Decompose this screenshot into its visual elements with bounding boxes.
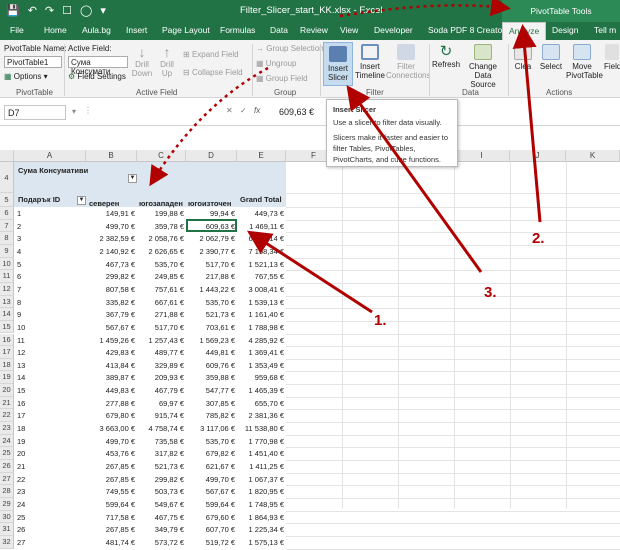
pivot-value-cell[interactable]: 267,85 € [86, 525, 137, 534]
annotation-label-2: 2. [532, 230, 545, 247]
pivot-value-cell[interactable]: 717,58 € [86, 513, 137, 522]
pivot-value-cell[interactable]: 349,79 € [137, 525, 186, 534]
pivot-row-label[interactable]: 26 [17, 525, 25, 534]
pivot-row-label[interactable]: 27 [17, 538, 25, 547]
annotation-arrow-3 [346, 85, 483, 273]
gridline [286, 535, 620, 537]
pivot-value-cell[interactable]: 679,60 € [186, 513, 237, 522]
pivot-value-cell[interactable]: 573,72 € [137, 538, 186, 547]
row-header[interactable]: 30 [0, 510, 14, 524]
row-header[interactable]: 31 [0, 523, 14, 536]
pivot-value-cell[interactable]: 481,74 € [86, 538, 137, 547]
pivot-row-label[interactable]: 25 [17, 513, 25, 522]
gridline [286, 510, 620, 512]
gridline [286, 548, 620, 550]
grand-total-cell[interactable]: 1 225,34 € [237, 525, 286, 534]
row-header[interactable]: 32 [0, 535, 14, 549]
annotation-label-3: 3. [484, 284, 497, 301]
pivot-value-cell[interactable]: 607,70 € [186, 525, 237, 534]
grand-total-cell[interactable]: 1 575,13 € [237, 538, 286, 547]
pivot-value-cell[interactable]: 519,72 € [186, 538, 237, 547]
gridline [286, 523, 620, 525]
annotation-arrow-2 [512, 24, 542, 223]
pivot-value-cell[interactable]: 467,75 € [137, 513, 186, 522]
annotation-label-1: 1. [374, 312, 387, 329]
grand-total-cell[interactable]: 1 864,93 € [237, 513, 286, 522]
annotation-arrows [149, 0, 542, 314]
dotted-arrow-to-tools [339, 0, 511, 18]
annotation-arrow-1 [246, 230, 373, 314]
dotted-arrow-to-pivot [149, 66, 269, 187]
